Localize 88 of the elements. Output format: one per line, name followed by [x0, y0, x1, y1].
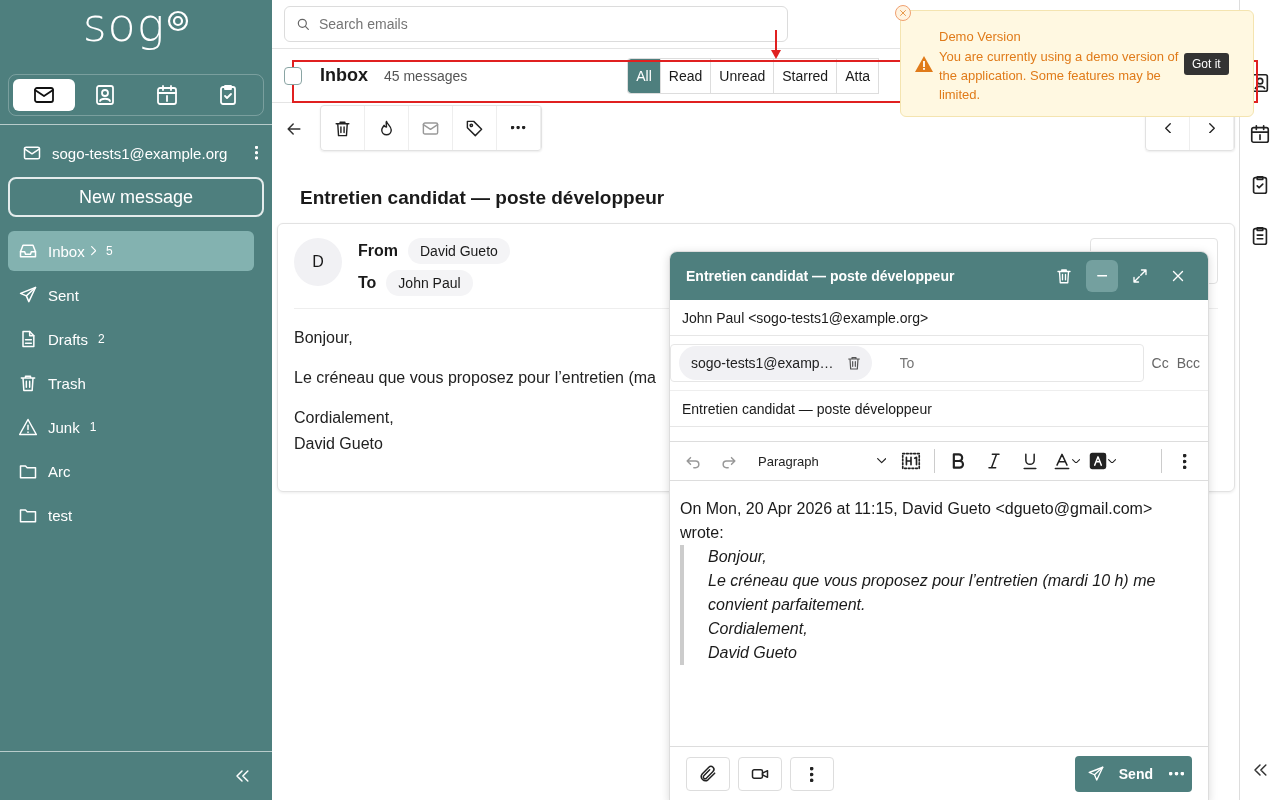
chevron-down-icon [876, 458, 886, 464]
underline-icon [1020, 451, 1040, 471]
account-email[interactable]: sogo-tests1@example.org [52, 144, 245, 162]
select-all-checkbox[interactable] [284, 66, 302, 85]
recipient-chip[interactable]: sogo-tests1@examp… [679, 346, 872, 380]
message-paragraph: Cordialement, David Gueto [294, 408, 394, 454]
inbox-icon [18, 241, 38, 261]
send-icon [18, 285, 38, 305]
toast-message: You are currently using a demo version of the application. Some features may be limited. [939, 48, 1180, 104]
message-paragraph: Bonjour, [294, 328, 353, 348]
quoted-text: Bonjour, Le créneau que vous proposez pour l’entretien (mardi 10 h) me convient parfaitement. Cordialement, David Gueto [680, 545, 1198, 665]
search-field[interactable]: Search emails [284, 6, 788, 42]
close-button[interactable] [895, 5, 911, 21]
mail-icon [22, 143, 42, 163]
subject-field[interactable]: Entretien candidat — poste développeur [670, 391, 1208, 427]
more-icon [511, 126, 526, 130]
highlight-icon [1087, 451, 1108, 471]
filter-tab[interactable]: Read [660, 58, 712, 93]
logo-ring-icon [167, 10, 190, 32]
chevron-down-icon [1107, 458, 1117, 464]
folder-item[interactable]: Junk 1 [8, 407, 254, 447]
send-button[interactable]: Send [1074, 756, 1167, 792]
folder-item[interactable]: test [8, 495, 254, 535]
sender-avatar: D [294, 238, 342, 286]
folder-title: Inbox [320, 65, 368, 86]
trash-icon [1055, 267, 1073, 285]
more-icon [255, 146, 258, 160]
filter-tab[interactable]: Atta [837, 58, 880, 93]
folder-item[interactable]: Trash [8, 363, 254, 403]
compose-title: Entretien candidat — poste développeur [686, 268, 955, 284]
send-icon [1086, 765, 1105, 783]
warning-icon [18, 417, 38, 437]
attach-button[interactable] [686, 757, 730, 791]
folder-item[interactable]: Drafts 2 [8, 319, 254, 359]
folder-name: Inbox [48, 242, 85, 260]
unread-count: 1 [89, 420, 97, 434]
folder-name: Sent [48, 286, 79, 304]
trash-icon [18, 373, 38, 393]
message-count: 45 messages [384, 67, 468, 84]
calendar-icon [154, 83, 179, 107]
sender-chip[interactable]: David Gueto [408, 238, 510, 264]
from-label: From [358, 242, 398, 260]
video-button[interactable] [738, 757, 782, 791]
toast-title: Demo Version [939, 28, 1021, 46]
close-icon [898, 8, 908, 18]
format-dropdown[interactable]: Paragraph [758, 453, 886, 469]
trash-icon [845, 355, 862, 371]
recipient-chip[interactable]: John Paul [386, 270, 473, 296]
minimize-icon [1096, 275, 1108, 277]
more-icon [1169, 772, 1184, 776]
chevron-down-icon [1071, 458, 1081, 464]
folder-name: Drafts [48, 330, 88, 348]
got-it-button[interactable]: Got it [1184, 53, 1229, 75]
folder-item[interactable]: Sent [8, 275, 254, 315]
paperclip-icon [698, 764, 718, 784]
message-paragraph: Le créneau que vous proposez pour l’entretien (ma [294, 368, 656, 388]
heading-icon [900, 450, 922, 472]
chevron-left-icon [1164, 122, 1171, 134]
more-icon [1183, 453, 1187, 469]
folder-item[interactable]: Arc [8, 451, 254, 491]
to-label: To [358, 274, 377, 292]
new-message-button[interactable]: New message [8, 177, 264, 217]
trash-icon [333, 118, 352, 138]
filter-tab[interactable]: All [628, 58, 661, 93]
expand-icon [1131, 267, 1149, 285]
bcc-button[interactable]: Bcc [1176, 355, 1200, 371]
to-field[interactable]: sogo-tests1@examp… To [670, 344, 1144, 382]
warning-icon [915, 56, 933, 72]
reply-intro: On Mon, 20 Apr 2026 at 11:15, David Gueto <dgueto@gmail.com> wrote: [680, 499, 1154, 543]
from-field[interactable]: John Paul <sogo-tests1@example.org> [670, 300, 1208, 336]
filter-tab[interactable]: Starred [774, 58, 838, 93]
chevron-right-icon [1208, 122, 1215, 134]
folder-name: Trash [48, 374, 86, 392]
module-tab[interactable] [13, 79, 75, 111]
calendar-icon [1249, 123, 1271, 145]
cc-button[interactable]: Cc [1151, 355, 1169, 371]
filter-tab[interactable]: Unread [711, 58, 775, 93]
message-subject: Entretien candidat — poste développeur [300, 187, 666, 210]
folder-name: Junk [48, 418, 80, 436]
folder-name: test [48, 506, 73, 524]
folder-name: Arc [48, 462, 71, 480]
editor-area[interactable]: On Mon, 20 Apr 2026 at 11:15, David Gueto <dgueto@gmail.com> wrote: Bonjour, Le créneau que vous proposez pour l’entretien (mardi 10 h) me convient parfaitement. Cordialement, David Gueto [670, 481, 1208, 746]
unread-count: 2 [98, 332, 105, 346]
tag-icon [465, 118, 484, 138]
more-icon [810, 766, 814, 782]
unread-count: 5 [106, 244, 113, 258]
logo-text: sog [82, 2, 166, 48]
annotation-arrow [770, 30, 782, 60]
